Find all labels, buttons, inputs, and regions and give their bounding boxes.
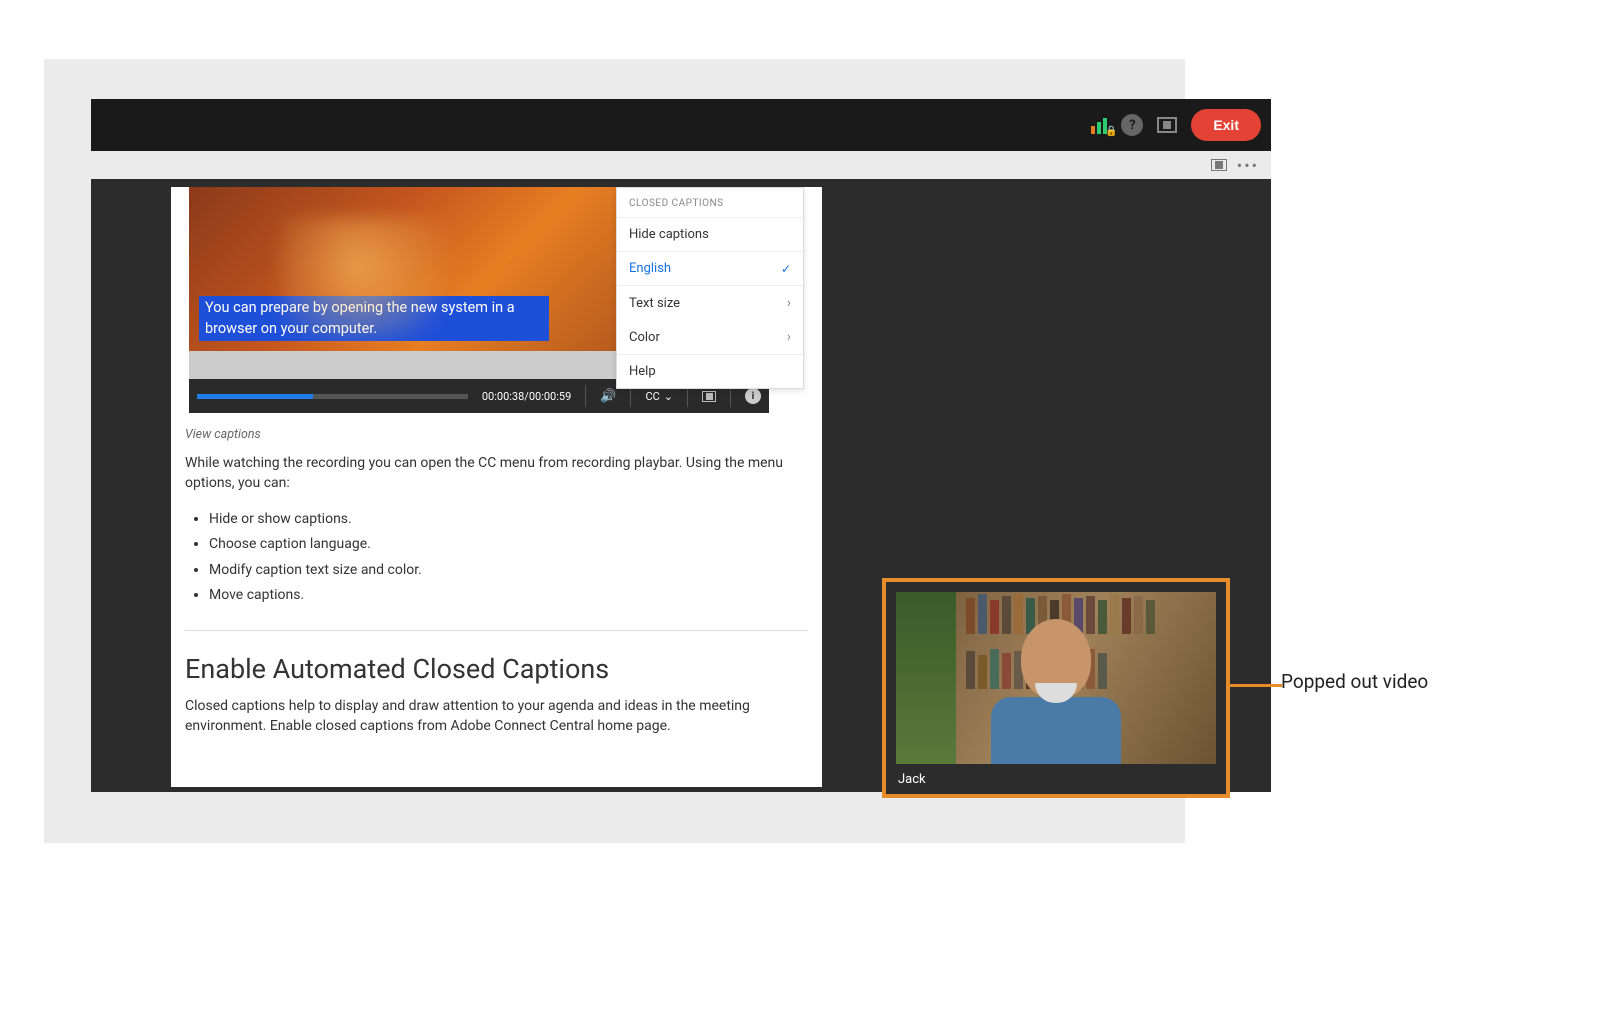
list-item: Choose caption language. (209, 532, 822, 557)
cc-language-label: English (629, 261, 671, 276)
list-item: Modify caption text size and color. (209, 558, 822, 583)
cc-text-size-label: Text size (629, 296, 680, 311)
chevron-right-icon: › (787, 329, 791, 345)
secondary-toolbar: ••• (91, 151, 1271, 179)
paragraph: Closed captions help to display and draw… (171, 697, 822, 736)
exit-button[interactable]: Exit (1191, 109, 1261, 141)
pod-options-icon[interactable]: ••• (1237, 156, 1259, 175)
video-feed (896, 592, 1216, 764)
popped-out-video-pod[interactable]: Jack (882, 578, 1230, 798)
chevron-down-icon: ⌄ (664, 390, 673, 403)
cc-language-english-item[interactable]: English ✓ (617, 252, 803, 286)
cc-toggle-button[interactable]: CC ⌄ (645, 390, 673, 403)
header-bar: 🔒 ? Exit (91, 99, 1271, 151)
cc-hide-captions-item[interactable]: Hide captions (617, 218, 803, 252)
volume-icon[interactable]: 🔊 (600, 389, 616, 404)
participant-name-label: Jack (896, 764, 1216, 787)
progress-fill (197, 394, 313, 399)
info-icon[interactable]: i (745, 388, 761, 404)
cc-menu-title: CLOSED CAPTIONS (617, 188, 803, 218)
cc-help-item[interactable]: Help (617, 355, 803, 388)
divider (185, 630, 808, 631)
video-fullscreen-icon[interactable] (702, 391, 716, 402)
pod-fullscreen-icon[interactable] (1211, 159, 1227, 171)
document-panel: You can prepare by opening the new syste… (171, 187, 822, 787)
cc-text-size-item[interactable]: Text size › (617, 286, 803, 320)
cc-toggle-label: CC (645, 390, 659, 403)
cc-menu-popup: CLOSED CAPTIONS Hide captions English ✓ … (616, 187, 804, 389)
section-heading: Enable Automated Closed Captions (171, 643, 822, 697)
help-icon[interactable]: ? (1121, 114, 1143, 136)
check-icon: ✓ (781, 262, 791, 276)
avatar (991, 619, 1121, 764)
bullet-list: Hide or show captions. Choose caption la… (209, 507, 822, 608)
paragraph: While watching the recording you can ope… (171, 454, 822, 493)
chevron-right-icon: › (787, 295, 791, 311)
connection-status-icon[interactable]: 🔒 (1091, 116, 1107, 134)
annotation-label: Popped out video (1281, 670, 1428, 694)
cc-color-item[interactable]: Color › (617, 320, 803, 355)
figure-caption: View captions (171, 413, 822, 454)
lock-icon: 🔒 (1105, 126, 1115, 136)
cc-color-label: Color (629, 330, 660, 345)
progress-track[interactable] (197, 394, 468, 399)
list-item: Move captions. (209, 583, 822, 608)
list-item: Hide or show captions. (209, 507, 822, 532)
caption-overlay: You can prepare by opening the new syste… (199, 296, 549, 341)
time-display: 00:00:38/00:00:59 (482, 390, 571, 403)
fullscreen-icon[interactable] (1157, 117, 1177, 133)
annotation-connector (1226, 684, 1282, 687)
